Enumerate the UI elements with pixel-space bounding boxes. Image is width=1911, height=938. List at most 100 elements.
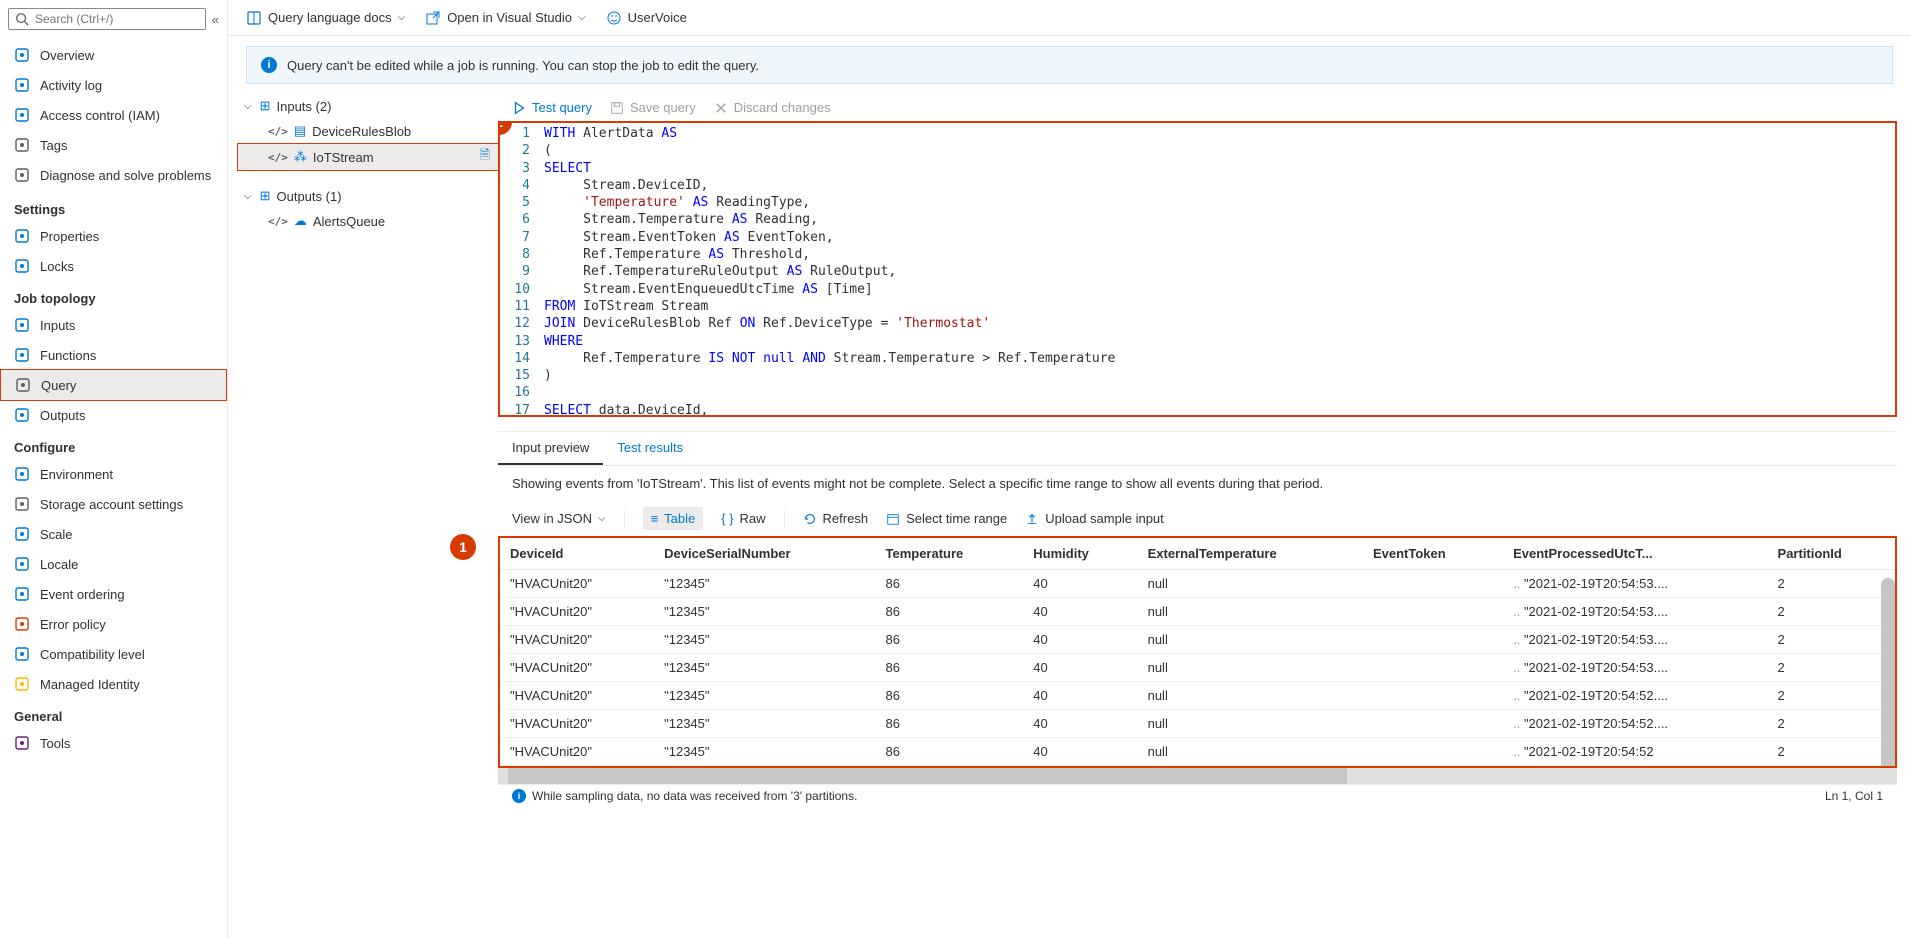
table-row[interactable]: "HVACUnit20""12345"8640null.. "2021-02-1… [500, 626, 1895, 654]
open-vs-link[interactable]: Open in Visual Studio ⌵ [425, 10, 585, 26]
collapse-sidebar-button[interactable]: « [212, 12, 219, 27]
table-row[interactable]: "HVACUnit20""12345"8640null.. "2021-02-1… [500, 598, 1895, 626]
column-header[interactable]: Temperature [875, 538, 1023, 570]
table-cell: "12345" [654, 682, 875, 710]
sidebar-item-properties[interactable]: Properties [0, 221, 227, 251]
table-cell: "12345" [654, 626, 875, 654]
code-icon: </> [268, 151, 288, 164]
table-cell: 40 [1023, 710, 1137, 738]
output-item-alertsqueue[interactable]: </>☁AlertsQueue [238, 208, 498, 234]
table-cell: "12345" [654, 738, 875, 766]
upload-sample-button[interactable]: Upload sample input [1025, 511, 1164, 526]
inputs-header-label: Inputs (2) [277, 99, 332, 114]
tags-icon [14, 137, 30, 153]
search-input[interactable] [35, 12, 199, 26]
table-cell: 2 [1768, 570, 1895, 598]
sidebar-item-inputs[interactable]: Inputs [0, 310, 227, 340]
add-input-icon[interactable]: ⊞ [260, 98, 271, 114]
io-item-label: DeviceRulesBlob [312, 124, 411, 139]
sidebar-item-outputs[interactable]: Outputs [0, 400, 227, 430]
table-row[interactable]: "HVACUnit20""12345"8640null.. "2021-02-1… [500, 738, 1895, 766]
table-cell: .. "2021-02-19T20:54:52.... [1503, 710, 1767, 738]
locale-icon [14, 556, 30, 572]
horizontal-scrollbar[interactable] [498, 768, 1897, 784]
outputs-group-header[interactable]: ⌵ ⊞ Outputs (1) [238, 184, 498, 208]
sidebar-item-error-policy[interactable]: Error policy [0, 609, 227, 639]
column-header[interactable]: PartitionId [1768, 538, 1895, 570]
code-editor[interactable]: 2 1234567891011121314151617 WITH AlertDa… [498, 121, 1897, 417]
sidebar-item-label: Locks [40, 259, 74, 274]
table-view-button[interactable]: ≡ Table [643, 507, 704, 530]
table-row[interactable]: "HVACUnit20""12345"8640null.. "2021-02-1… [500, 654, 1895, 682]
sidebar-item-storage-account-settings[interactable]: Storage account settings [0, 489, 227, 519]
access-icon [14, 107, 30, 123]
column-header[interactable]: DeviceId [500, 538, 654, 570]
input-item-devicerulesblob[interactable]: </>▤DeviceRulesBlob [238, 118, 498, 144]
table-cell: "HVACUnit20" [500, 598, 654, 626]
test-query-button[interactable]: Test query [512, 100, 592, 115]
inputs-group-header[interactable]: ⌵ ⊞ Inputs (2) [238, 94, 498, 118]
query-docs-link[interactable]: Query language docs ⌵ [246, 10, 405, 26]
sidebar-item-activity-log[interactable]: Activity log [0, 70, 227, 100]
table-row[interactable]: "HVACUnit20""12345"8640null.. "2021-02-1… [500, 570, 1895, 598]
tab-input-preview[interactable]: Input preview [498, 432, 603, 465]
test-query-label: Test query [532, 100, 592, 115]
sidebar-item-functions[interactable]: Functions [0, 340, 227, 370]
table-row[interactable]: "HVACUnit20""12345"8640null.. "2021-02-1… [500, 682, 1895, 710]
sidebar-item-label: Diagnose and solve problems [40, 168, 211, 183]
column-header[interactable]: DeviceSerialNumber [654, 538, 875, 570]
banner-text: Query can't be edited while a job is run… [287, 58, 759, 73]
sidebar-item-label: Event ordering [40, 587, 125, 602]
add-output-icon[interactable]: ⊞ [260, 188, 271, 204]
refresh-button[interactable]: Refresh [803, 511, 869, 526]
sidebar-item-managed-identity[interactable]: Managed Identity [0, 669, 227, 699]
table-cell [1363, 738, 1503, 766]
sidebar-item-label: Overview [40, 48, 94, 63]
uservoice-link[interactable]: UserVoice [606, 10, 687, 26]
sidebar-item-environment[interactable]: Environment [0, 459, 227, 489]
view-json-button[interactable]: View in JSON ⌵ [512, 511, 606, 526]
table-cell: .. "2021-02-19T20:54:53.... [1503, 654, 1767, 682]
sidebar-item-tools[interactable]: Tools [0, 728, 227, 758]
cursor-position: Ln 1, Col 1 [1825, 789, 1883, 803]
results-tabs: Input preview Test results [498, 432, 1897, 466]
table-cell: 86 [875, 710, 1023, 738]
sidebar-item-scale[interactable]: Scale [0, 519, 227, 549]
input-item-iotstream[interactable]: </>⁂IoTStream🗎 [237, 143, 499, 171]
search-box[interactable] [8, 8, 206, 30]
raw-label: Raw [740, 511, 766, 526]
io-item-label: AlertsQueue [313, 214, 385, 229]
preview-icon[interactable]: 🗎 [480, 146, 490, 168]
table-cell: 40 [1023, 570, 1137, 598]
sidebar-item-compatibility-level[interactable]: Compatibility level [0, 639, 227, 669]
select-time-range-button[interactable]: Select time range [886, 511, 1007, 526]
save-query-button[interactable]: Save query [610, 100, 696, 115]
sidebar-item-access-control-iam-[interactable]: Access control (IAM) [0, 100, 227, 130]
table-cell: null [1138, 570, 1363, 598]
sidebar-item-tags[interactable]: Tags [0, 130, 227, 160]
table-row[interactable]: "HVACUnit20""12345"8640null.. "2021-02-1… [500, 710, 1895, 738]
sidebar-item-locks[interactable]: Locks [0, 251, 227, 281]
discard-changes-button[interactable]: Discard changes [714, 100, 831, 115]
column-header[interactable]: ExternalTemperature [1138, 538, 1363, 570]
sidebar-item-overview[interactable]: Overview [0, 40, 227, 70]
calendar-icon [886, 512, 900, 526]
vertical-scrollbar[interactable] [1881, 578, 1895, 768]
table-cell: 86 [875, 654, 1023, 682]
column-header[interactable]: EventToken [1363, 538, 1503, 570]
uservoice-label: UserVoice [628, 10, 687, 25]
upload-label: Upload sample input [1045, 511, 1164, 526]
sidebar-item-diagnose-and-solve-problems[interactable]: Diagnose and solve problems [0, 160, 227, 190]
sidebar-item-event-ordering[interactable]: Event ordering [0, 579, 227, 609]
info-icon: i [261, 57, 277, 73]
select-time-label: Select time range [906, 511, 1007, 526]
sidebar-item-locale[interactable]: Locale [0, 549, 227, 579]
table-cell: 40 [1023, 626, 1137, 654]
tab-test-results[interactable]: Test results [603, 432, 697, 465]
column-header[interactable]: Humidity [1023, 538, 1137, 570]
raw-view-button[interactable]: { } Raw [721, 511, 765, 526]
storage-icon [14, 496, 30, 512]
sidebar-item-query[interactable]: Query [0, 369, 227, 401]
column-header[interactable]: EventProcessedUtcT... [1503, 538, 1767, 570]
table-cell [1363, 598, 1503, 626]
